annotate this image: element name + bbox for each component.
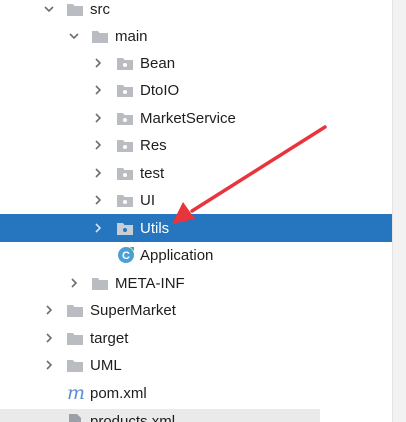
tree-item-target[interactable]: target [0, 325, 392, 352]
folder-icon [67, 333, 83, 345]
chevron-right-icon[interactable] [44, 305, 54, 315]
tree-item-utils[interactable]: Utils [0, 214, 392, 242]
chevron-right-icon[interactable] [93, 113, 103, 123]
tree-item-main[interactable]: main [0, 23, 392, 50]
java-class-icon: C [118, 247, 134, 263]
tree-item-label: Res [140, 137, 167, 154]
tree-item-uml[interactable]: UML [0, 352, 392, 379]
tree-item-dtoio[interactable]: DtoIO [0, 77, 392, 104]
chevron-down-icon[interactable] [44, 4, 54, 14]
xml-file-icon [69, 414, 81, 422]
tree-item-label: src [90, 1, 110, 18]
project-tree: src main Bean DtoIO MarketService Res te… [0, 0, 392, 422]
chevron-right-icon[interactable] [44, 333, 54, 343]
tree-item-supermarket[interactable]: SuperMarket [0, 297, 392, 324]
tree-item-label: Bean [140, 55, 176, 72]
package-icon [117, 223, 133, 235]
tree-item-label: MarketService [140, 110, 236, 127]
tree-item-test[interactable]: test [0, 160, 392, 187]
tree-item-label: target [90, 330, 129, 347]
tree-item-label: UI [140, 192, 155, 209]
chevron-right-icon[interactable] [93, 58, 103, 68]
tree-item-label: SuperMarket [90, 302, 176, 319]
tree-item-res[interactable]: Res [0, 132, 392, 159]
tree-item-label: products.xml [90, 413, 176, 422]
chevron-down-icon[interactable] [69, 31, 79, 41]
package-icon [117, 58, 133, 70]
tree-item-marketservice[interactable]: MarketService [0, 105, 392, 132]
tree-item-label: Application [140, 247, 214, 264]
package-icon [117, 113, 133, 125]
tree-item-label: test [140, 165, 165, 182]
tree-item-label: Utils [140, 220, 170, 237]
tree-item-label: META-INF [115, 275, 185, 292]
tree-item-label: UML [90, 357, 122, 374]
chevron-right-icon[interactable] [44, 360, 54, 370]
tree-item-label: DtoIO [140, 82, 180, 99]
chevron-right-icon[interactable] [93, 195, 103, 205]
chevron-right-icon[interactable] [93, 140, 103, 150]
vertical-scrollbar[interactable] [392, 0, 406, 422]
tree-item-bean[interactable]: Bean [0, 50, 392, 77]
chevron-right-icon[interactable] [93, 223, 103, 233]
chevron-right-icon[interactable] [93, 168, 103, 178]
tree-item-label: pom.xml [90, 385, 147, 402]
tree-item-products-xml[interactable]: products.xml [0, 408, 392, 422]
tree-item-application[interactable]: C Application [0, 242, 392, 269]
tree-item-ui[interactable]: UI [0, 187, 392, 214]
folder-icon [92, 278, 108, 290]
package-icon [117, 195, 133, 207]
tree-item-src[interactable]: src [0, 0, 392, 23]
chevron-right-icon[interactable] [69, 278, 79, 288]
folder-icon [92, 31, 108, 43]
package-icon [117, 168, 133, 180]
svg-text:C: C [122, 250, 130, 262]
package-icon [117, 140, 133, 152]
tree-item-pom-xml[interactable]: m pom.xml [0, 380, 392, 407]
folder-icon [67, 305, 83, 317]
folder-icon [67, 360, 83, 372]
chevron-right-icon[interactable] [93, 85, 103, 95]
tree-item-meta-inf[interactable]: META-INF [0, 270, 392, 297]
tree-item-label: main [115, 28, 148, 45]
package-icon [117, 85, 133, 97]
maven-icon: m [67, 382, 86, 404]
folder-icon [67, 4, 83, 16]
